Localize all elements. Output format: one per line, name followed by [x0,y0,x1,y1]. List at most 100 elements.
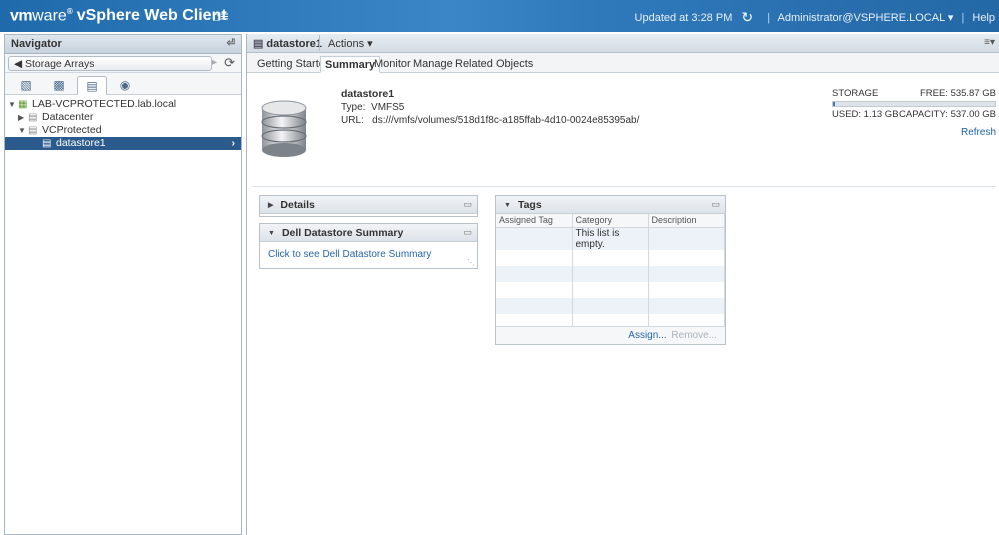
header-status: Updated at 3:28 PM ↻ | Administrator@VSP… [635,9,995,26]
details-header[interactable]: ▶ Details ▭ [260,196,477,214]
dell-summary-portlet: ▼ Dell Datastore Summary ▭ Click to see D… [259,223,478,269]
column-header-description[interactable]: Description [648,214,725,228]
expand-arrow-icon[interactable]: ▶ [18,111,28,124]
details-title: Details [280,199,315,211]
tags-table: Assigned Tag Category Description This l… [496,214,725,330]
tree-label: Datacenter [42,111,94,123]
type-label: Type: [341,102,366,113]
tags-footer: Assign... Remove... [496,326,725,344]
brand-vm: vm [10,7,33,25]
collapse-arrow-icon[interactable]: ▼ [8,98,18,111]
inventory-tabs: ▧ ▩ ▤ ◉ [5,73,241,95]
tab-related-objects[interactable]: Related Objects [451,56,537,73]
vmware-logo: vmware® vSphere Web Client [10,7,227,25]
datacenter-icon: ▤ [28,112,38,123]
maximize-icon[interactable]: ▭ [463,227,472,238]
product-name: vSphere Web Client [76,7,227,25]
divider [253,186,996,187]
details-portlet: ▶ Details ▭ [259,195,478,217]
tree-item-vcenter[interactable]: ▼ ▦ LAB-VCPROTECTED.lab.local [5,98,241,111]
actions-menu[interactable]: Actions ▾ [319,35,381,51]
datastore-large-icon [261,100,307,157]
brand-ware: ware [32,7,67,25]
type-value: VMFS5 [371,102,405,113]
tags-header[interactable]: ▼ Tags ▭ [496,196,725,214]
dell-summary-link[interactable]: Click to see Dell Datastore Summary [268,249,431,260]
object-bar: ▤ datastore1 Actions ▾ ≡▾ [247,34,999,53]
tree-label: LAB-VCPROTECTED.lab.local [32,98,177,110]
storage-capacity: CAPACITY: 537.00 GB [899,109,996,120]
storage-usage: STORAGE FREE: 535.87 GB USED: 1.13 GB CAPA… [832,88,996,138]
refresh-icon[interactable]: ↻ [741,9,753,25]
datastore-info: datastore1 Type: VMFS5 URL: ds:///vmfs/v… [341,88,639,127]
brand-registered: ® [66,7,73,16]
user-name: Administrator@VSPHERE.LOCAL [777,12,945,24]
hosts-clusters-tab-icon[interactable]: ▧ [11,76,41,95]
tree-label: datastore1 [56,137,106,149]
chevron-left-icon: ◀ [14,58,23,70]
column-header-assigned-tag[interactable]: Assigned Tag [496,214,573,228]
chevron-down-icon: ▾ [947,12,954,24]
maximize-icon[interactable]: ▭ [463,199,472,210]
pin-icon[interactable]: ⏎ [227,38,235,49]
expand-arrow-icon: ▶ [268,202,274,209]
tab-manage[interactable]: Manage [409,56,457,73]
forward-icon[interactable]: ▸ [212,57,217,68]
empty-list-message: This list is empty. [572,227,649,250]
panel-menu-icon[interactable]: ≡▾ [984,37,995,48]
tab-monitor[interactable]: Monitor [370,56,415,73]
tags-title: Tags [517,199,542,211]
help-menu[interactable]: Help [972,12,995,24]
datastore-icon: ▤ [42,138,52,149]
back-label: Storage Arrays [25,58,95,70]
assign-tag-button[interactable]: Assign... [628,330,666,341]
object-title-text: datastore1 [266,38,323,50]
navigator-title: Navigator [11,38,62,50]
history-icon[interactable]: ⟳ [224,55,235,71]
storage-free: FREE: 535.87 GB [919,88,996,99]
updated-time: Updated at 3:28 PM [634,12,733,24]
tree-label: VCProtected [42,124,102,136]
user-menu[interactable]: Administrator@VSPHERE.LOCAL ▾ [778,12,954,24]
storage-used: USED: 1.13 GB [832,109,899,120]
object-tabs: Getting Started Summary Monitor Manage R… [247,53,999,73]
storage-label: STORAGE [832,88,879,99]
tags-portlet: ▼ Tags ▭ Assigned Tag Category Descriptio… [495,195,726,345]
datastore-icon: ▤ [253,38,264,50]
storage-usage-fill [833,102,835,106]
dell-summary-header[interactable]: ▼ Dell Datastore Summary ▭ [260,224,477,242]
collapse-arrow-icon: ▼ [504,202,511,209]
separator: | [767,12,771,24]
storage-tab-icon[interactable]: ▤ [77,76,107,95]
url-value: ds:///vmfs/volumes/518d1f8c-a185ffab-4d1… [372,115,640,126]
back-button[interactable]: ◀ Storage Arrays [8,56,212,71]
tree-item-datacenter[interactable]: ▶ ▤ Datacenter [5,111,241,124]
top-header: vmware® vSphere Web Client ⌂≡ Updated at … [0,0,999,32]
tree-item-datastore1[interactable]: ▤ datastore1 › [5,137,241,150]
home-menu-icon[interactable]: ⌂≡ [212,8,229,24]
remove-tag-button: Remove... [671,330,717,341]
vcenter-icon: ▦ [18,99,28,110]
networking-tab-icon[interactable]: ◉ [110,76,140,95]
datastore-name: datastore1 [341,88,395,100]
navigator-panel: Navigator ⏎ ◀ Storage Arrays ▸ ⟳ ▧ ▩ ▤ ◉… [4,34,242,535]
collapse-arrow-icon: ▼ [268,230,275,237]
storage-usage-bar [832,101,996,107]
dell-summary-title: Dell Datastore Summary [281,227,404,239]
maximize-icon[interactable]: ▭ [711,199,720,210]
navigator-header: Navigator ⏎ [5,35,241,54]
inventory-tree: ▼ ▦ LAB-VCPROTECTED.lab.local ▶ ▤ Datacenter… [5,95,241,150]
refresh-link[interactable]: Refresh [832,127,996,138]
resize-grip-icon[interactable]: ⋱ [467,258,475,267]
datastore-type: Type: VMFS5 [341,101,639,114]
column-header-category[interactable]: Category [572,214,649,228]
chevron-right-icon[interactable]: › [232,137,236,150]
datacenter-icon: ▤ [28,125,38,136]
tree-item-vcprotected[interactable]: ▼ ▤ VCProtected [5,124,241,137]
object-title: ▤ datastore1 [253,37,322,50]
datastore-url: URL: ds:///vmfs/volumes/518d1f8c-a185ffa… [341,114,639,127]
vms-templates-tab-icon[interactable]: ▩ [44,76,74,95]
collapse-arrow-icon[interactable]: ▼ [18,124,28,137]
main-panel: ▤ datastore1 Actions ▾ ≡▾ Getting Started… [246,34,999,535]
navigator-history-row: ◀ Storage Arrays ▸ ⟳ [5,54,241,73]
